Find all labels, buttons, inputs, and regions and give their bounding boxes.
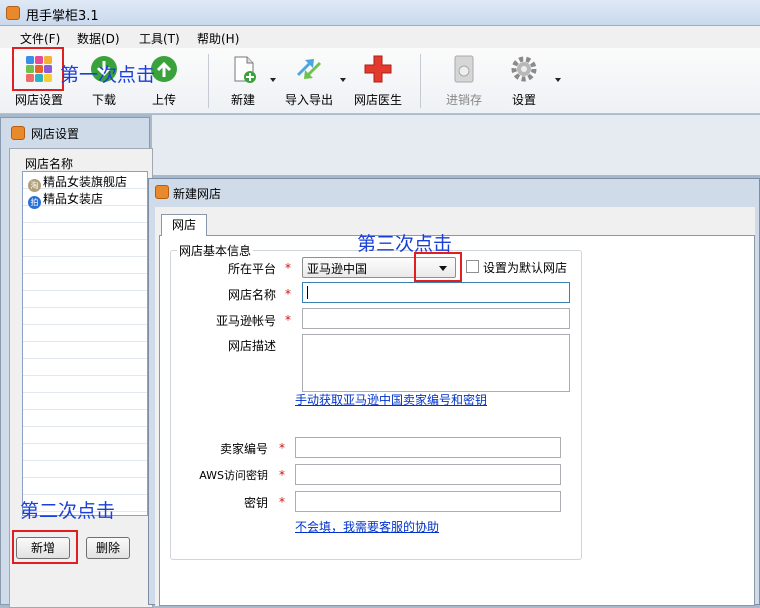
new-dropdown-arrow-icon[interactable]	[270, 78, 276, 82]
required-mark: *	[279, 468, 285, 482]
platform-label: 所在平台	[227, 262, 276, 276]
amazon-account-input[interactable]	[302, 308, 570, 329]
inventory-label: 进销存	[445, 93, 482, 107]
upload-label: 上传	[151, 93, 176, 107]
list-row	[23, 308, 147, 325]
need-help-link[interactable]: 不会填，我需要客服的协助	[295, 518, 439, 535]
list-row	[23, 274, 147, 291]
aws-key-label: AWS访问密钥	[199, 469, 268, 482]
highlight-box-platform-dropdown	[414, 252, 462, 282]
text-cursor	[307, 286, 308, 299]
shop-desc-textarea[interactable]	[302, 334, 570, 392]
settings-dropdown-arrow-icon[interactable]	[555, 78, 561, 82]
app-title-bar: 甩手掌柜3.1	[0, 0, 760, 26]
delete-shop-button[interactable]: 删除	[86, 537, 130, 559]
shop-name-input[interactable]	[302, 282, 570, 303]
app-logo-icon	[6, 6, 20, 20]
list-row	[23, 444, 147, 461]
list-row	[23, 376, 147, 393]
settings-label: 设置	[511, 93, 536, 107]
dialog-title-bar: 新建网店	[149, 179, 760, 207]
list-row	[23, 240, 147, 257]
list-row	[23, 342, 147, 359]
import-export-icon	[297, 59, 321, 79]
import-export-button[interactable]: 导入导出	[282, 48, 336, 112]
required-mark: *	[285, 313, 291, 327]
background-tab-strip	[152, 115, 760, 175]
menu-file[interactable]: 文件(F)	[20, 30, 60, 47]
list-row	[23, 223, 147, 240]
list-row	[23, 325, 147, 342]
toolbar-separator	[208, 54, 209, 108]
settings-button[interactable]: 设置	[502, 48, 546, 112]
highlight-box-shop-settings	[12, 47, 64, 91]
toolbar-separator	[420, 54, 421, 108]
paipai-icon: 拍	[28, 196, 41, 209]
required-mark: *	[285, 261, 291, 275]
list-row	[23, 461, 147, 478]
required-mark: *	[285, 287, 291, 301]
list-row	[23, 478, 147, 495]
shop-list-header: 网店名称	[25, 157, 74, 171]
window-logo-icon	[11, 126, 25, 140]
menu-tools[interactable]: 工具(T)	[139, 30, 180, 47]
amazon-account-label: 亚马逊帐号	[215, 314, 276, 328]
download-label: 下载	[91, 93, 116, 107]
highlight-box-add	[12, 530, 78, 564]
default-shop-checkbox[interactable]	[466, 260, 479, 273]
group-title: 网店基本信息	[177, 242, 254, 259]
secret-key-label: 密钥	[243, 496, 268, 510]
shop-name-label: 网店名称	[227, 288, 276, 302]
required-mark: *	[279, 441, 285, 455]
gear-icon	[511, 56, 537, 82]
dialog-logo-icon	[155, 185, 169, 199]
list-row	[23, 427, 147, 444]
shop-doctor-button[interactable]: 网店医生	[350, 48, 406, 112]
seller-id-label: 卖家编号	[219, 442, 268, 456]
aws-key-input[interactable]	[295, 464, 561, 485]
secret-key-input[interactable]	[295, 491, 561, 512]
shop-list-item-label: 精品女装店	[43, 192, 104, 206]
tab-shop[interactable]: 网店	[161, 214, 207, 236]
list-row	[23, 410, 147, 427]
shop-desc-label: 网店描述	[227, 339, 276, 353]
required-mark: *	[279, 495, 285, 509]
inventory-button[interactable]: 进销存	[440, 48, 488, 112]
menu-bar: 文件(F) 数据(D) 工具(T) 帮助(H)	[0, 26, 760, 48]
menu-help[interactable]: 帮助(H)	[197, 30, 239, 47]
shop-list-item-label: 精品女装旗舰店	[43, 175, 128, 189]
new-document-icon	[234, 56, 256, 83]
annotation-second-click: 第二次点击	[20, 500, 116, 522]
shop-settings-window-title: 网店设置	[31, 127, 80, 141]
dialog-title: 新建网店	[173, 187, 222, 201]
default-shop-label: 设置为默认网店	[483, 261, 568, 275]
medical-cross-icon	[364, 55, 392, 83]
seller-id-input[interactable]	[295, 437, 561, 458]
platform-select-value: 亚马逊中国	[307, 262, 368, 276]
annotation-third-click: 第三次点击	[357, 233, 453, 255]
app-title: 甩手掌柜3.1	[26, 9, 99, 24]
shop-doctor-label: 网店医生	[353, 93, 402, 107]
new-label: 新建	[230, 93, 255, 107]
import-export-label: 导入导出	[284, 93, 333, 107]
get-keys-link[interactable]: 手动获取亚马逊中国卖家编号和密钥	[295, 391, 487, 408]
shop-list[interactable]: 网店名称 淘精品女装旗舰店拍精品女装店	[22, 157, 148, 516]
list-row	[23, 393, 147, 410]
menu-data[interactable]: 数据(D)	[77, 30, 120, 47]
import-export-dropdown-arrow-icon[interactable]	[340, 78, 346, 82]
new-button[interactable]: 新建	[222, 48, 264, 112]
shop-settings-label: 网店设置	[14, 93, 63, 107]
list-row	[23, 359, 147, 376]
list-row	[23, 291, 147, 308]
inventory-disk-icon	[454, 55, 474, 83]
shop-list-item[interactable]: 拍精品女装店	[28, 190, 103, 209]
annotation-first-click: 第一次点击	[60, 64, 156, 86]
list-row	[23, 257, 147, 274]
